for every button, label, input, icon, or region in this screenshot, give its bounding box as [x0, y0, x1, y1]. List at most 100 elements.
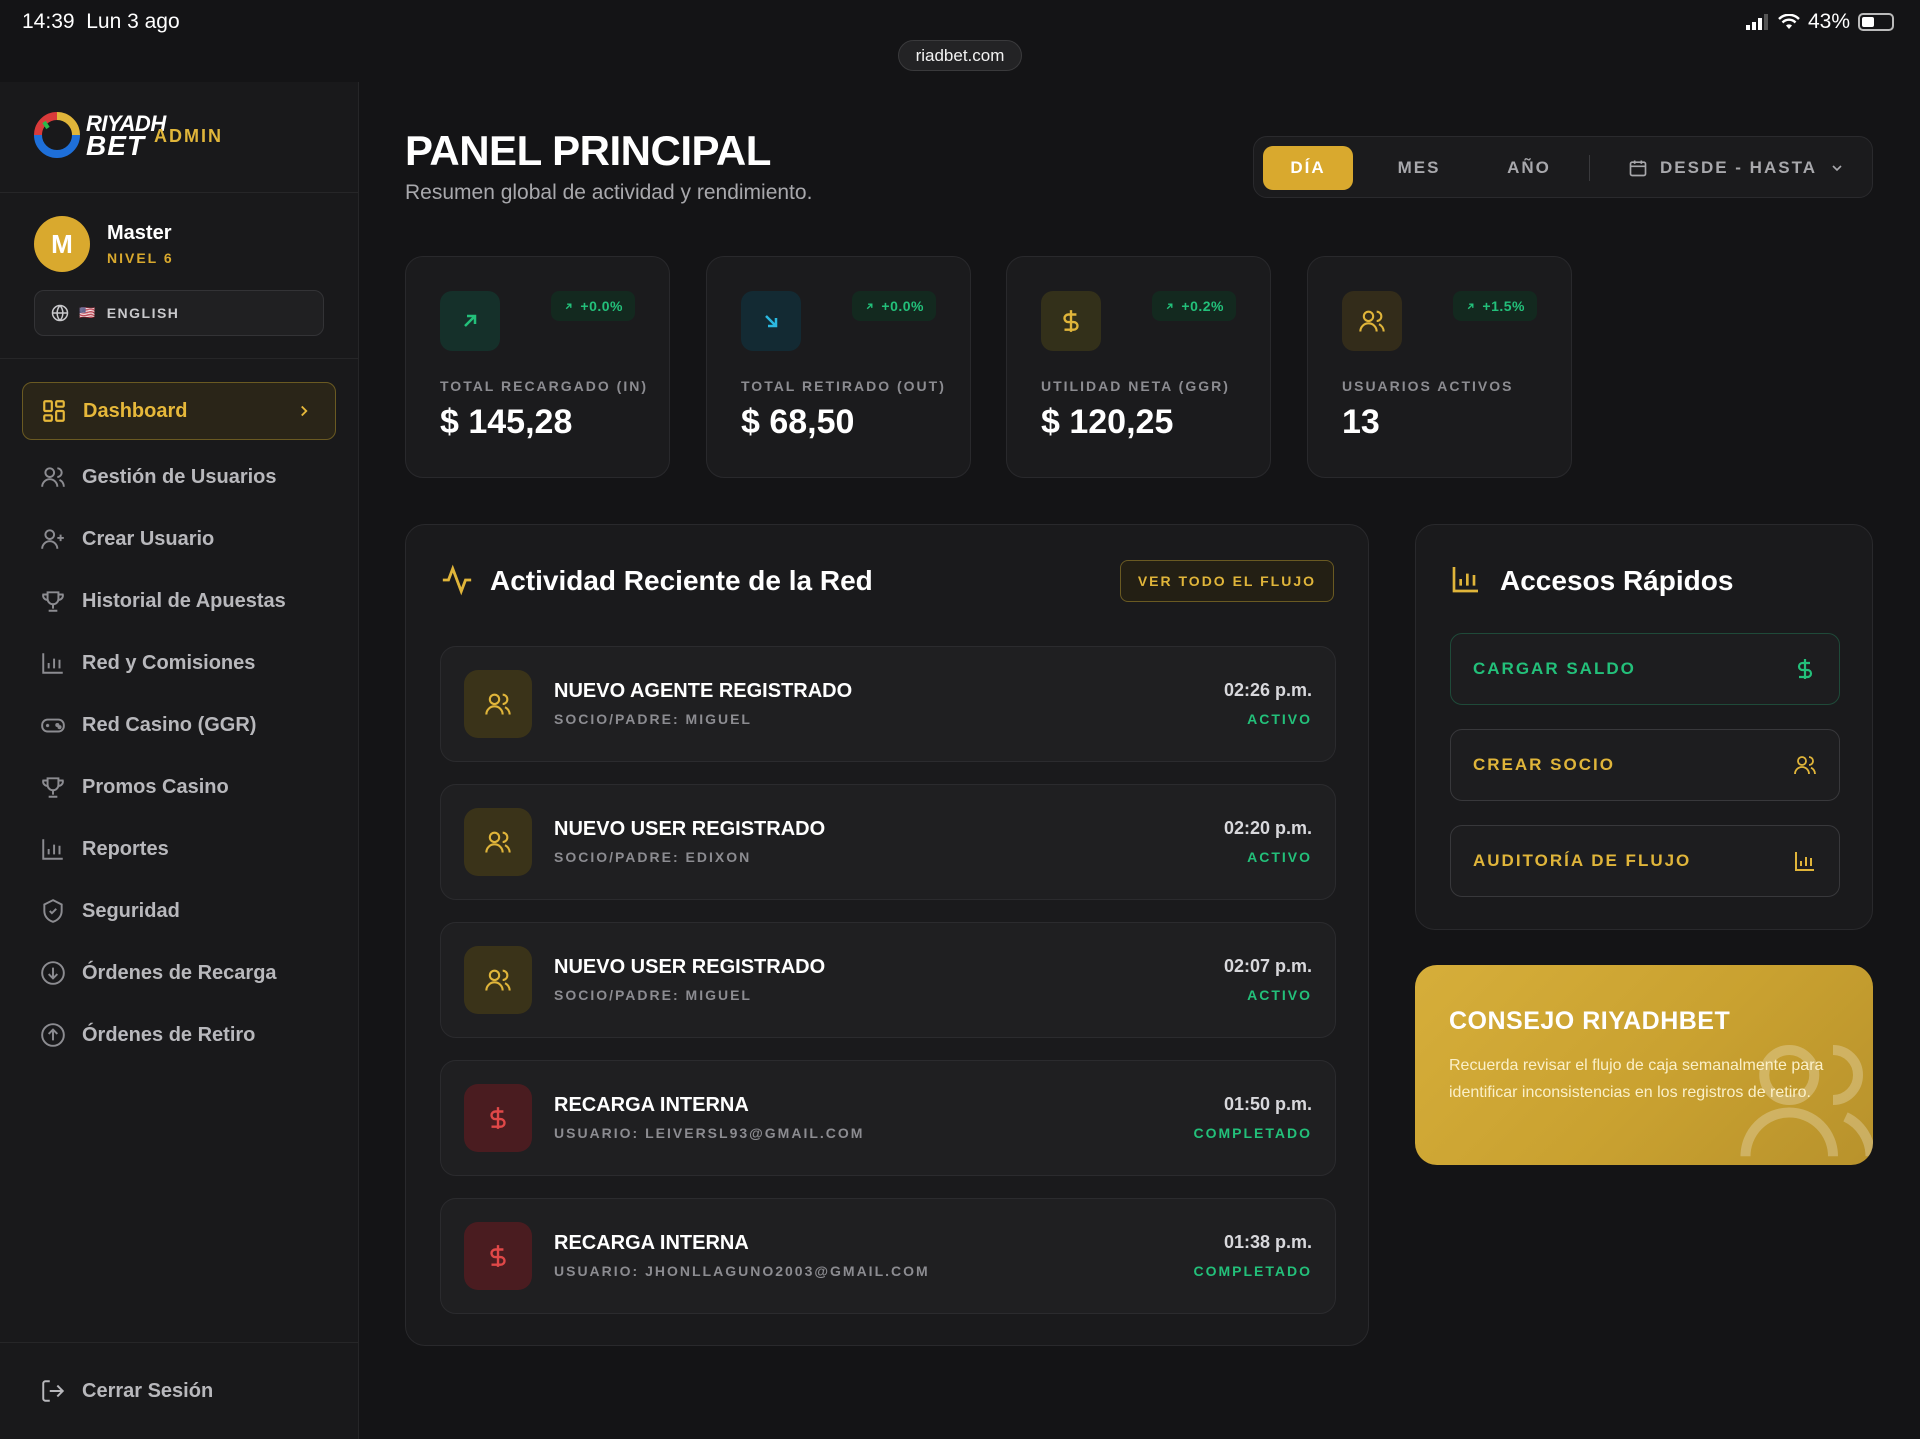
logo-ring-icon — [34, 112, 80, 158]
sidebar-item-label: Reportes — [82, 837, 169, 860]
activity-subtitle: SOCIO/PADRE: MIGUEL — [554, 711, 752, 727]
activity-time: 02:20 p.m. — [1223, 818, 1312, 838]
activity-subtitle: USUARIO: JHONLLAGUNO2003@GMAIL.COM — [554, 1263, 930, 1279]
activity-status: COMPLETADO — [1193, 1125, 1312, 1141]
sidebar-item-security[interactable]: Seguridad — [22, 882, 336, 940]
sidebar-nav: Dashboard Gestión de Usuarios Crear Usua… — [22, 382, 336, 1068]
sidebar-item-user-management[interactable]: Gestión de Usuarios — [22, 448, 336, 506]
sidebar: RIYADH BET ADMIN M Master NIVEL 6 🇺🇸 ENG… — [0, 82, 359, 1439]
period-divider — [1589, 155, 1590, 181]
trend-up-icon — [1468, 303, 1474, 309]
language-switch-button[interactable]: 🇺🇸 ENGLISH — [34, 290, 324, 336]
shield-icon — [43, 899, 63, 923]
arrow-up-right-icon — [464, 314, 477, 327]
activity-item[interactable]: NUEVO USER REGISTRADO SOCIO/PADRE: EDIXO… — [440, 784, 1336, 900]
activity-item[interactable]: RECARGA INTERNA USUARIO: LEIVERSL93@GMAI… — [440, 1060, 1336, 1176]
status-right: 43% — [1745, 10, 1894, 34]
status-bar: 14:39 Lun 3 ago 43% — [0, 0, 1920, 44]
sidebar-item-bet-history[interactable]: Historial de Apuestas — [22, 572, 336, 630]
activity-subtitle: SOCIO/PADRE: EDIXON — [554, 849, 752, 865]
date-range-button[interactable]: DESDE - HASTA — [1628, 146, 1845, 190]
bar-chart-icon — [1452, 567, 1478, 593]
activity-status: ACTIVO — [1247, 849, 1312, 865]
period-month-button[interactable]: MES — [1374, 146, 1464, 190]
dollar-icon — [1797, 659, 1813, 679]
period-year-button[interactable]: AÑO — [1484, 146, 1574, 190]
users-icon — [1794, 756, 1816, 775]
activity-title-text: NUEVO AGENTE REGISTRADO — [554, 680, 853, 702]
logout-label: Cerrar Sesión — [82, 1379, 214, 1402]
activity-title-text: NUEVO USER REGISTRADO — [554, 818, 826, 840]
activity-time: 02:26 p.m. — [1223, 680, 1312, 700]
sidebar-item-reports[interactable]: Reportes — [22, 820, 336, 878]
user-plus-icon — [41, 529, 64, 549]
activity-title-text: NUEVO USER REGISTRADO — [554, 956, 826, 978]
dollar-icon — [490, 1107, 506, 1129]
quick-button-label: CARGAR SALDO — [1473, 659, 1636, 678]
profile-name: Master — [107, 222, 172, 244]
trend-up-icon — [867, 303, 873, 309]
stat-change-badge: +0.0% — [852, 291, 936, 321]
brand-logo[interactable]: RIYADH BET — [34, 112, 166, 160]
flow-audit-button[interactable]: AUDITORÍA DE FLUJO — [1450, 825, 1840, 897]
sidebar-item-create-user[interactable]: Crear Usuario — [22, 510, 336, 568]
user-profile[interactable]: M Master NIVEL 6 — [34, 216, 174, 272]
activity-item[interactable]: NUEVO USER REGISTRADO SOCIO/PADRE: MIGUE… — [440, 922, 1336, 1038]
trend-up-icon — [1167, 303, 1173, 309]
language-label: ENGLISH — [106, 305, 180, 321]
dashboard-icon — [43, 400, 65, 422]
quick-button-label: CREAR SOCIO — [1473, 755, 1615, 774]
create-partner-button[interactable]: CREAR SOCIO — [1450, 729, 1840, 801]
activity-time: 01:38 p.m. — [1223, 1232, 1312, 1252]
logout-button[interactable]: Cerrar Sesión — [0, 1342, 359, 1439]
sidebar-item-recharge-orders[interactable]: Órdenes de Recarga — [22, 944, 336, 1002]
activity-item[interactable]: NUEVO AGENTE REGISTRADO SOCIO/PADRE: MIG… — [440, 646, 1336, 762]
stat-change-badge: +0.2% — [1152, 291, 1236, 321]
period-day-button[interactable]: DÍA — [1263, 146, 1353, 190]
trophy-icon — [42, 591, 64, 612]
stat-value: $ 120,25 — [1041, 403, 1174, 441]
stat-card-active-users: +1.5% USUARIOS ACTIVOS 13 — [1307, 256, 1572, 478]
admin-label: ADMIN — [154, 126, 223, 146]
stat-icon-box — [440, 291, 500, 351]
bar-chart-icon — [42, 839, 63, 860]
view-all-flow-button[interactable]: VER TODO EL FLUJO — [1119, 560, 1334, 602]
stat-label: USUARIOS ACTIVOS — [1342, 378, 1514, 394]
dollar-icon — [490, 1245, 506, 1267]
quick-access-title: Accesos Rápidos — [1500, 565, 1734, 596]
sidebar-item-label: Dashboard — [83, 399, 188, 422]
stat-card-net-profit: +0.2% UTILIDAD NETA (GGR) $ 120,25 — [1006, 256, 1271, 478]
period-selector: DÍA MES AÑO DESDE - HASTA — [1253, 136, 1873, 198]
sidebar-item-casino-network[interactable]: Red Casino (GGR) — [22, 696, 336, 754]
activity-icon — [442, 564, 472, 596]
us-flag-icon: 🇺🇸 — [79, 305, 97, 320]
url-bar[interactable]: riadbet.com — [898, 40, 1022, 71]
sidebar-item-label: Seguridad — [82, 899, 180, 922]
sidebar-divider — [0, 358, 359, 359]
sidebar-item-withdraw-orders[interactable]: Órdenes de Retiro — [22, 1006, 336, 1064]
sidebar-item-label: Promos Casino — [82, 775, 229, 798]
profile-level: NIVEL 6 — [107, 250, 174, 266]
stat-icon-box — [1342, 291, 1402, 351]
bar-chart-icon — [42, 653, 63, 674]
sidebar-item-dashboard[interactable]: Dashboard — [22, 382, 336, 440]
stat-value: $ 68,50 — [741, 403, 855, 441]
date-range-label: DESDE - HASTA — [1660, 158, 1817, 177]
activity-icon-box — [464, 946, 532, 1014]
sidebar-item-network-commissions[interactable]: Red y Comisiones — [22, 634, 336, 692]
quick-access-panel: Accesos Rápidos CARGAR SALDO CREAR SOCIO… — [1415, 524, 1873, 930]
arrow-down-circle-icon — [41, 961, 65, 985]
trophy-icon — [42, 777, 64, 798]
sidebar-item-casino-promos[interactable]: Promos Casino — [22, 758, 336, 816]
load-balance-button[interactable]: CARGAR SALDO — [1450, 633, 1840, 705]
sidebar-item-label: Órdenes de Retiro — [82, 1023, 256, 1046]
signal-icon — [1745, 14, 1768, 30]
sidebar-divider — [0, 192, 359, 193]
stat-card-total-withdrawn: +0.0% TOTAL RETIRADO (OUT) $ 68,50 — [706, 256, 971, 478]
activity-item[interactable]: RECARGA INTERNA USUARIO: JHONLLAGUNO2003… — [440, 1198, 1336, 1314]
dollar-icon — [1063, 310, 1079, 332]
arrow-down-right-icon — [765, 315, 778, 328]
sidebar-item-label: Órdenes de Recarga — [82, 961, 277, 984]
tip-text: Recuerda revisar el flujo de caja semana… — [1449, 1057, 1824, 1101]
recent-activity-panel: Actividad Reciente de la Red VER TODO EL… — [405, 524, 1369, 1346]
